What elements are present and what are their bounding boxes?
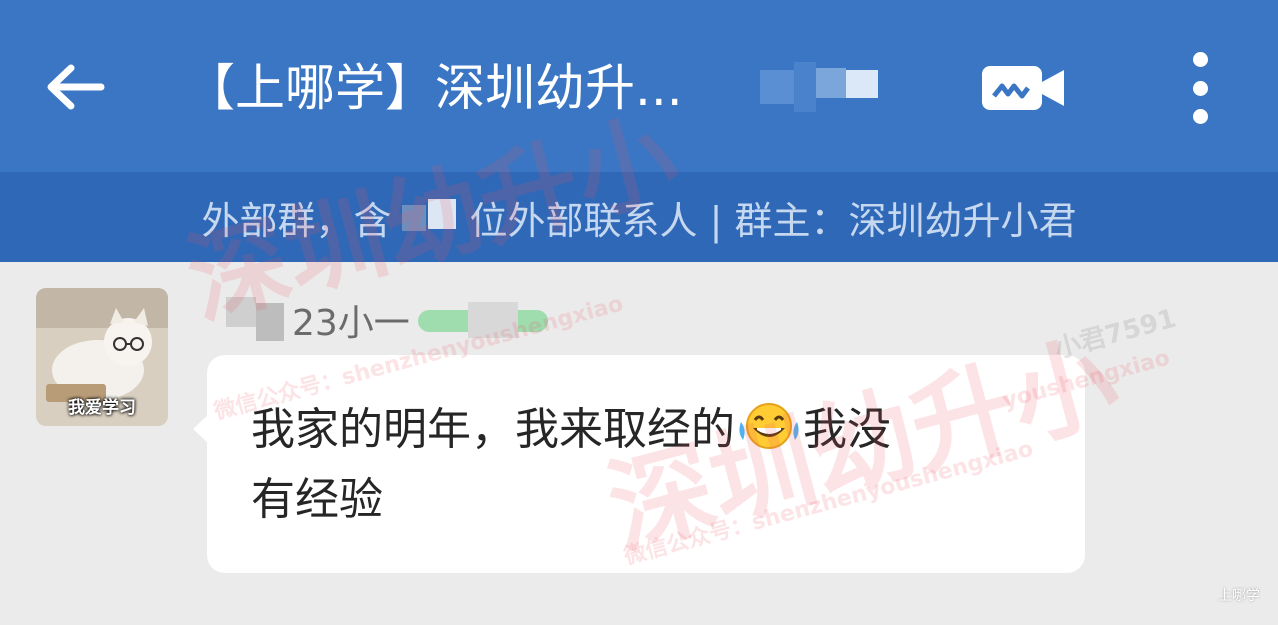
message-line-1: 我家的明年，我来取经的 我没 — [251, 395, 1045, 465]
tears-of-joy-emoji-icon — [737, 400, 801, 452]
blurred-title-segment — [760, 62, 880, 112]
more-options-button[interactable] — [1180, 52, 1220, 124]
chat-title[interactable]: 【上哪学】深圳幼升... — [185, 58, 683, 118]
video-call-icon — [982, 66, 1064, 110]
more-vertical-icon — [1192, 52, 1208, 67]
blurred-sender-prefix — [226, 297, 288, 343]
message-text-a: 我家的明年，我来取经的 — [251, 404, 735, 455]
bubble-tail — [193, 415, 208, 443]
chat-header: 【上哪学】深圳幼升... — [0, 0, 1278, 172]
back-button[interactable] — [40, 52, 110, 122]
message-line-2: 有经验 — [251, 474, 383, 525]
group-info-suffix: 位外部联系人 | 群主：深圳幼升小君 — [469, 198, 1077, 243]
sender-name: 23小一 — [292, 303, 410, 344]
video-call-button[interactable] — [980, 62, 1068, 114]
sender-name-row: 23小一 — [226, 292, 548, 348]
group-info-prefix: 外部群，含 — [201, 198, 392, 243]
corner-watermark: 上哪学 — [1218, 588, 1260, 604]
sender-avatar[interactable]: 我爱学习 — [36, 288, 168, 426]
message-bubble[interactable]: 我家的明年，我来取经的 我没 有经验 — [207, 355, 1085, 573]
avatar-caption: 我爱学习 — [68, 398, 136, 418]
group-info-bar[interactable]: 外部群，含 位外部联系人 | 群主：深圳幼升小君 — [0, 172, 1278, 262]
arrow-left-icon — [47, 64, 105, 110]
blurred-sender-suffix — [417, 300, 548, 340]
message-text-b: 我没 — [803, 404, 891, 455]
blurred-member-count — [396, 195, 466, 239]
